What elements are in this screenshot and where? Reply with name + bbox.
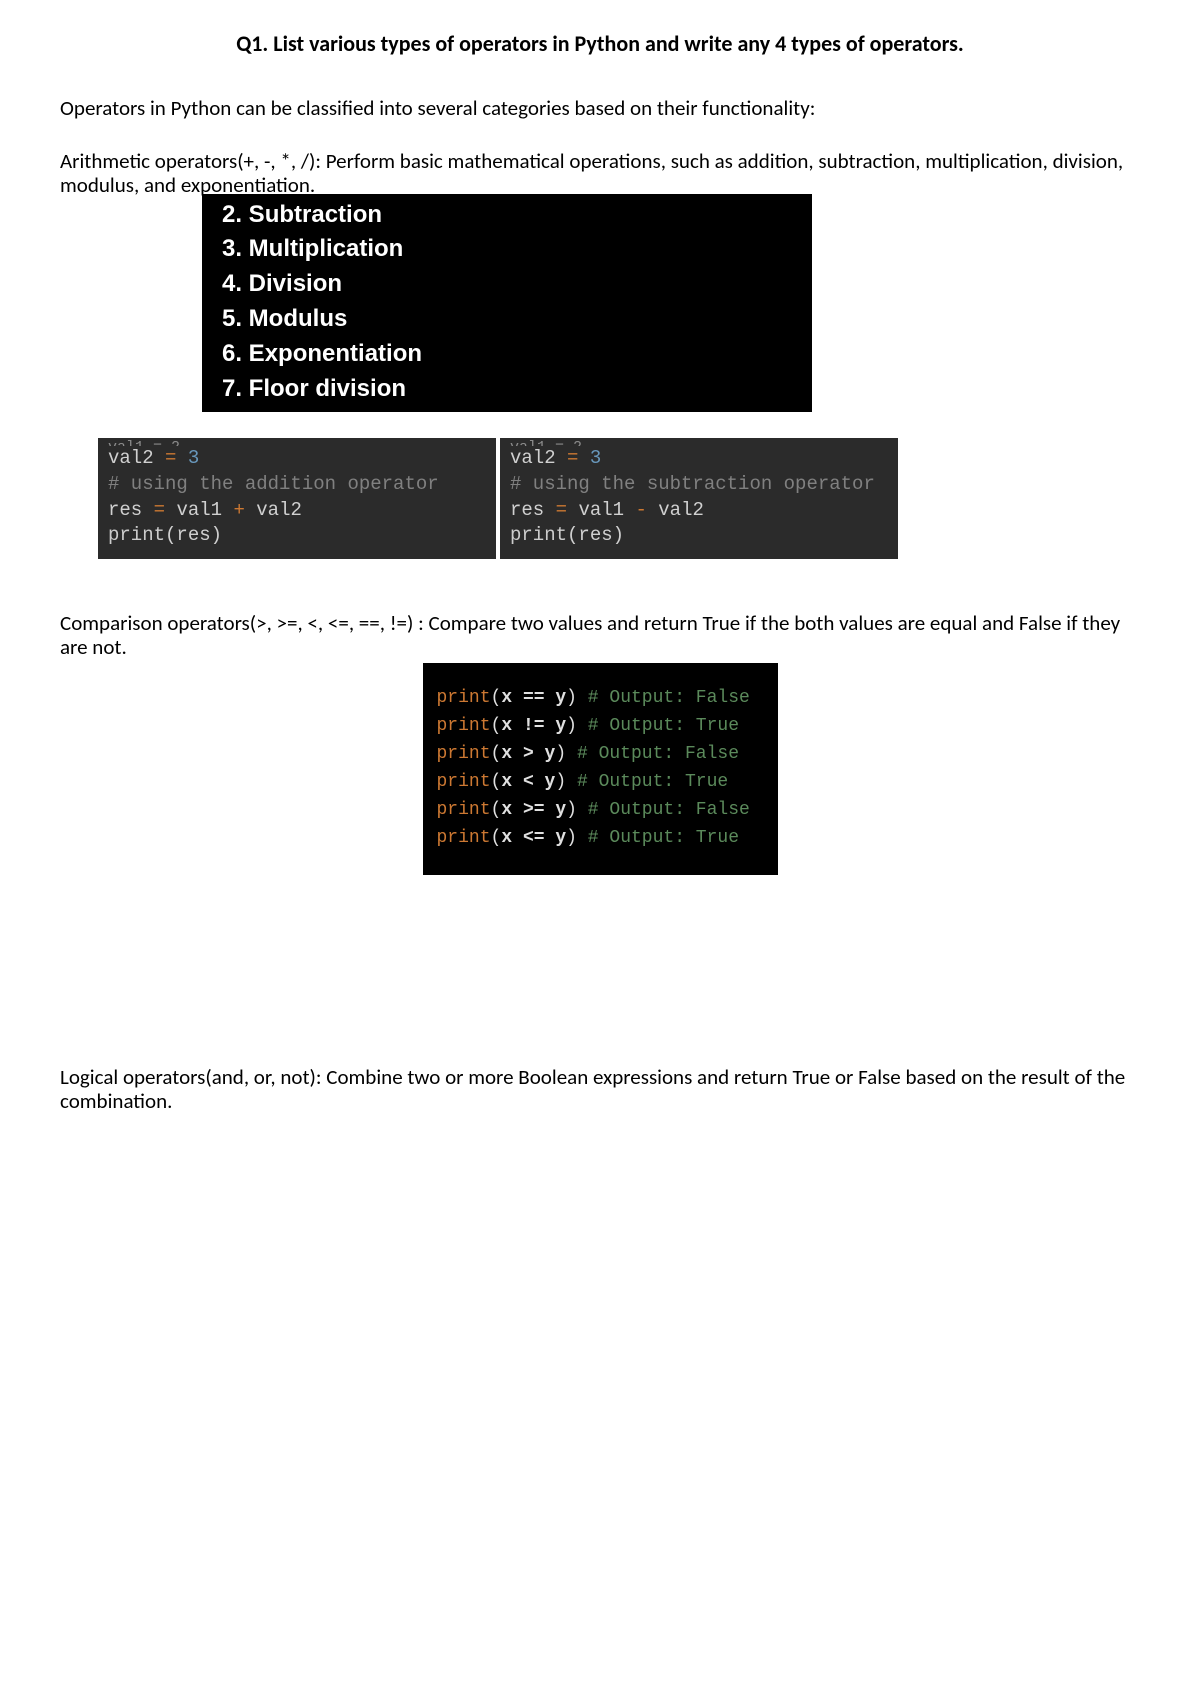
code-line: res = val1 - val2 [510, 498, 888, 524]
code-paren: ( [491, 744, 502, 764]
code-paren: ) [566, 800, 577, 820]
code-var: val2 [108, 447, 154, 469]
code-var: val2 [256, 499, 302, 521]
operator-list-box: 2. Subtraction 3. Multiplication 4. Divi… [202, 194, 812, 413]
code-var: y [555, 716, 566, 736]
code-line: print(x != y) # Output: True [437, 713, 764, 741]
code-paren: ) [566, 688, 577, 708]
code-op: == [512, 688, 555, 708]
code-addition: val1 = 2 val2 = 3 # using the addition o… [98, 438, 496, 559]
code-op: < [512, 772, 544, 792]
code-arg: (res) [567, 524, 624, 546]
code-paren: ) [555, 744, 566, 764]
code-line: val2 = 3 [510, 446, 888, 472]
code-op: > [512, 744, 544, 764]
list-item: 7. Floor division [222, 372, 792, 407]
code-fn: print [108, 524, 165, 546]
cutoff-line: val1 = 2 [108, 438, 486, 446]
code-comment: # using the subtraction operator [510, 472, 888, 498]
code-var: x [501, 800, 512, 820]
list-item: 3. Multiplication [222, 232, 792, 267]
code-fn: print [510, 524, 567, 546]
code-comment: # Output: False [577, 800, 750, 820]
code-line: val2 = 3 [108, 446, 486, 472]
code-op: = [556, 447, 590, 469]
code-var: val2 [658, 499, 704, 521]
code-op: + [222, 499, 256, 521]
code-line: print(x <= y) # Output: True [437, 825, 764, 853]
code-paren: ) [566, 716, 577, 736]
code-kw: print [437, 688, 491, 708]
code-line: print(x < y) # Output: True [437, 769, 764, 797]
code-var: y [555, 828, 566, 848]
code-kw: print [437, 772, 491, 792]
code-var: x [501, 772, 512, 792]
comparison-description: Comparison operators(>, >=, <, <=, ==, !… [60, 611, 1140, 659]
code-var: y [545, 772, 556, 792]
code-kw: print [437, 716, 491, 736]
code-line: print(x > y) # Output: False [437, 741, 764, 769]
code-paren: ( [491, 688, 502, 708]
code-num: 3 [590, 447, 601, 469]
code-var: x [501, 716, 512, 736]
code-var: res [510, 499, 544, 521]
code-line: res = val1 + val2 [108, 498, 486, 524]
code-line: print(res) [108, 523, 486, 549]
code-line: print(x >= y) # Output: False [437, 797, 764, 825]
code-var: res [108, 499, 142, 521]
logical-description: Logical operators(and, or, not): Combine… [60, 1065, 1140, 1113]
code-op: >= [512, 800, 555, 820]
code-var: y [555, 688, 566, 708]
list-item: 5. Modulus [222, 302, 792, 337]
code-line: print(res) [510, 523, 888, 549]
code-op: <= [512, 828, 555, 848]
code-arg: (res) [165, 524, 222, 546]
code-comment: # Output: False [577, 688, 750, 708]
code-paren: ( [491, 828, 502, 848]
code-subtraction: val1 = 2 val2 = 3 # using the subtractio… [500, 438, 898, 559]
code-comment: # Output: True [577, 716, 739, 736]
code-op: - [624, 499, 658, 521]
code-kw: print [437, 800, 491, 820]
code-var: y [555, 800, 566, 820]
list-item: 4. Division [222, 267, 792, 302]
list-item: 2. Subtraction [222, 198, 792, 233]
code-var: x [501, 744, 512, 764]
code-op: != [512, 716, 555, 736]
arithmetic-description: Arithmetic operators(+, -, *, /): Perfor… [60, 149, 1140, 197]
code-paren: ) [555, 772, 566, 792]
code-op: = [142, 499, 176, 521]
code-examples-row: val1 = 2 val2 = 3 # using the addition o… [98, 438, 898, 559]
list-item: 6. Exponentiation [222, 337, 792, 372]
code-comment: # Output: False [566, 744, 739, 764]
code-num: 3 [188, 447, 199, 469]
code-var: y [545, 744, 556, 764]
code-comment: # Output: True [577, 828, 739, 848]
code-op: = [544, 499, 578, 521]
code-var: val1 [578, 499, 624, 521]
code-comment: # using the addition operator [108, 472, 486, 498]
code-paren: ( [491, 800, 502, 820]
code-var: val2 [510, 447, 556, 469]
intro-paragraph: Operators in Python can be classified in… [60, 95, 1140, 121]
code-op: = [154, 447, 188, 469]
code-var: x [501, 688, 512, 708]
code-kw: print [437, 744, 491, 764]
code-var: x [501, 828, 512, 848]
code-kw: print [437, 828, 491, 848]
code-paren: ) [566, 828, 577, 848]
page-title: Q1. List various types of operators in P… [60, 30, 1140, 57]
code-paren: ( [491, 716, 502, 736]
cutoff-line: val1 = 2 [510, 438, 888, 446]
comparison-code-box: print(x == y) # Output: False print(x !=… [423, 663, 778, 874]
code-comment: # Output: True [566, 772, 728, 792]
code-paren: ( [491, 772, 502, 792]
code-var: val1 [176, 499, 222, 521]
code-line: print(x == y) # Output: False [437, 685, 764, 713]
